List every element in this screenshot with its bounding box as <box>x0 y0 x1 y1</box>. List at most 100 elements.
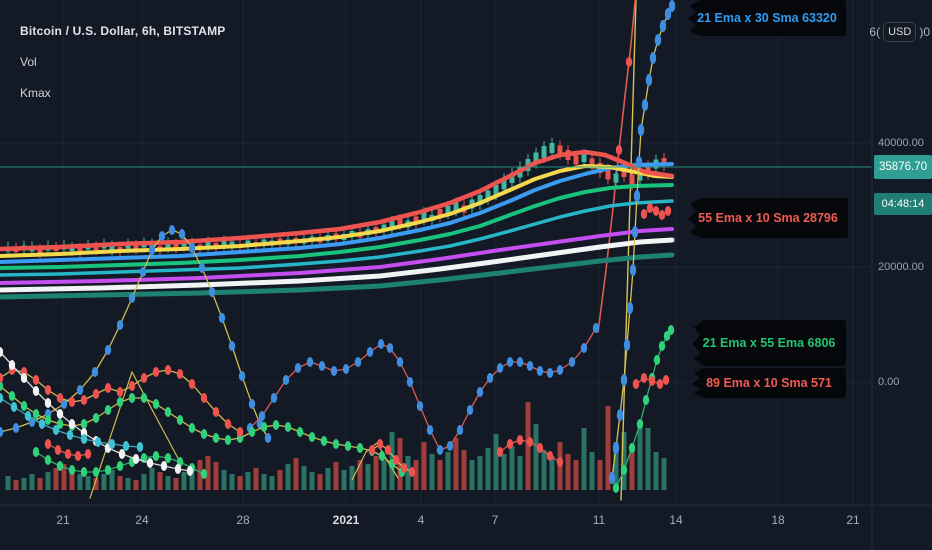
kmax-wave-bead <box>386 343 394 353</box>
red-chain-left-bead <box>212 407 220 417</box>
volume-bar <box>261 474 267 490</box>
candle-body <box>541 146 547 158</box>
kmax-wave-bead <box>546 368 554 378</box>
red-chain-left-bead <box>116 387 124 397</box>
kmax-steep-blue-bead <box>631 226 639 238</box>
volume-bar <box>333 462 339 490</box>
green-cluster-bead <box>80 467 88 477</box>
time-axis-label[interactable]: 7 <box>492 513 499 527</box>
kmax-wave-bead <box>258 411 266 421</box>
green-cluster-bead <box>92 467 100 477</box>
kmax-steep-blue-bead <box>608 472 616 484</box>
volume-bar <box>37 478 43 490</box>
white-chain-bead <box>174 464 182 474</box>
volume-bar <box>317 474 323 490</box>
red-chain-left-bead <box>200 393 208 403</box>
time-axis-label[interactable]: 4 <box>418 513 425 527</box>
kmax-wave-bead <box>330 366 338 376</box>
volume-bar <box>53 468 59 490</box>
kmax-wave-bead <box>342 364 350 374</box>
volume-bar <box>477 456 483 490</box>
indicator-kmax-label[interactable]: Kmax <box>20 86 225 100</box>
candle-body <box>613 173 619 183</box>
green-cluster-bead <box>32 447 40 457</box>
indicator-value-label-3: 89 Ema x 10 Sma 571 <box>692 368 846 398</box>
kmax-steep-blue-bead <box>623 339 631 351</box>
volume-bar <box>349 466 355 490</box>
kmax-hump-bead <box>188 243 196 253</box>
white-chain-bead <box>118 449 126 459</box>
green-chain-left-bead <box>320 436 328 446</box>
kmax-wave-bead <box>377 339 385 349</box>
green-chain-left-bead <box>308 432 316 442</box>
candle-body <box>573 155 579 165</box>
red-dots-right-lower-bead <box>662 375 670 385</box>
green-chain-left-bead <box>200 429 208 439</box>
cyan-chain-bead <box>108 439 116 449</box>
red-chain-mid2-bead <box>516 435 524 445</box>
kmax-wave-bead <box>526 361 534 371</box>
kmax-wave-bead <box>568 357 576 367</box>
volume-bar <box>221 470 227 490</box>
green-chain-left-bead <box>356 443 364 453</box>
time-axis-label[interactable]: 2021 <box>333 513 360 527</box>
symbol-title[interactable]: Bitcoin / U.S. Dollar, 6h, BITSTAMP <box>20 24 225 38</box>
volume-bar <box>373 456 379 490</box>
indicator-vol-label[interactable]: Vol <box>20 55 225 69</box>
volume-bar <box>141 474 147 490</box>
green-chain-left-bead <box>248 427 256 437</box>
green-chain-right-bead <box>642 395 650 405</box>
red-chain-left-bead <box>176 369 184 379</box>
time-axis-label[interactable]: 24 <box>135 513 148 527</box>
cyan-chain-bead <box>94 437 102 447</box>
time-axis-label[interactable]: 21 <box>56 513 69 527</box>
price-axis-label[interactable]: 0.00 <box>878 376 899 388</box>
cyan-chain-bead <box>80 434 88 444</box>
cyan-chain-bead <box>52 425 60 435</box>
green-chain-left-bead <box>152 399 160 409</box>
volume-bar <box>237 476 243 490</box>
kmax-hump-bead <box>139 267 147 277</box>
volume-bar <box>253 468 259 490</box>
volume-bar <box>645 428 651 490</box>
cyan-chain-bead <box>24 411 32 421</box>
kmax-hump-bead <box>116 320 124 330</box>
red-dots-right-lower-bead <box>656 379 664 389</box>
kmax-steep-blue-bead <box>620 374 628 386</box>
kmax-wave-bead <box>436 445 444 455</box>
volume-bar <box>157 472 163 490</box>
red-chain-mid-bead <box>376 439 384 449</box>
price-axis-label[interactable]: 40000.00 <box>878 137 924 149</box>
volume-bar <box>565 454 571 490</box>
usd-button[interactable]: USD <box>883 22 917 42</box>
red-chain-mid-bead <box>368 445 376 455</box>
green-chain-right-bead <box>620 465 628 475</box>
kmax-steep-blue-bead <box>668 0 676 12</box>
time-axis-label[interactable]: 28 <box>236 513 249 527</box>
last-price-tag: 35876.70 <box>874 155 932 179</box>
red-chain-left-bead <box>152 367 160 377</box>
volume-bar <box>125 478 131 490</box>
volume-bar <box>549 456 555 490</box>
time-axis-label[interactable]: 18 <box>771 513 784 527</box>
kmax-wave-bead <box>476 387 484 397</box>
time-axis-label[interactable]: 14 <box>669 513 682 527</box>
kmax-hump-bead <box>248 399 256 409</box>
green-chain-left-bead <box>8 391 16 401</box>
green-chain-left-bead <box>128 393 136 403</box>
kmax-wave-bead <box>516 357 524 367</box>
price-axis-label[interactable]: 20000.00 <box>878 261 924 273</box>
red-chain-mid-bead <box>392 455 400 465</box>
volume-bar <box>429 454 435 490</box>
red-dots-steep-bead <box>615 145 623 155</box>
white-chain-bead <box>132 454 140 464</box>
kmax-wave-bead <box>406 377 414 387</box>
time-axis-label[interactable]: 11 <box>593 513 605 527</box>
green-chain-left-bead <box>332 439 340 449</box>
green-cluster-bead <box>116 461 124 471</box>
time-axis-label[interactable]: 21 <box>846 513 859 527</box>
kmax-hump-bead <box>0 427 4 437</box>
volume-bar <box>181 472 187 490</box>
red-dots-right-upper-bead <box>646 203 654 213</box>
volume-bar <box>509 446 515 490</box>
